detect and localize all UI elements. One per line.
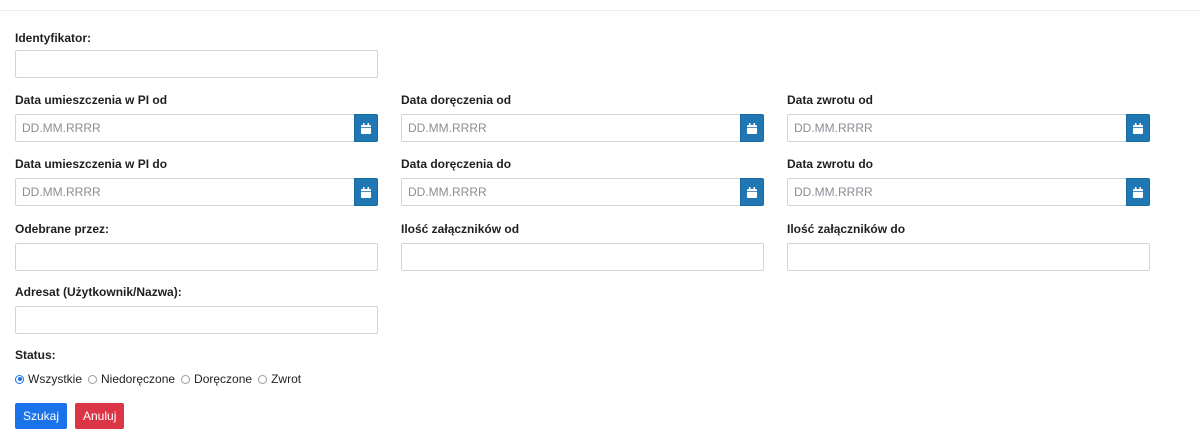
- adresat-input[interactable]: [15, 306, 378, 334]
- date-delivered-from-label: Data doręczenia od: [401, 93, 512, 107]
- date-placed-from-label: Data umieszczenia w PI od: [15, 93, 168, 107]
- date-placed-to-calendar-button[interactable]: [354, 178, 378, 206]
- odebrane-przez-input[interactable]: [15, 243, 378, 271]
- adresat-label: Adresat (Użytkownik/Nazwa):: [15, 285, 182, 299]
- status-label: Status:: [15, 348, 56, 362]
- status-option-doreczone[interactable]: Doręczone: [181, 372, 252, 386]
- date-returned-to-calendar-button[interactable]: [1126, 178, 1150, 206]
- status-option-label: Niedoręczone: [101, 372, 176, 386]
- radio-checked-icon[interactable]: [15, 374, 24, 384]
- date-delivered-from-group: [401, 114, 764, 142]
- attachments-to-label: Ilość załączników do: [787, 222, 906, 236]
- date-delivered-to-calendar-button[interactable]: [740, 178, 764, 206]
- radio-unchecked-icon[interactable]: [258, 374, 268, 384]
- date-placed-to-group: [15, 178, 378, 206]
- date-delivered-from-calendar-button[interactable]: [740, 114, 764, 142]
- date-placed-from-group: [15, 114, 378, 142]
- status-option-wszystkie[interactable]: Wszystkie: [15, 372, 82, 386]
- calendar-icon: [361, 122, 371, 134]
- radio-unchecked-icon[interactable]: [181, 374, 191, 384]
- calendar-icon: [1133, 186, 1143, 198]
- date-returned-from-calendar-button[interactable]: [1126, 114, 1150, 142]
- date-placed-from-calendar-button[interactable]: [354, 114, 378, 142]
- date-delivered-to-input[interactable]: [401, 178, 740, 206]
- status-option-label: Wszystkie: [28, 372, 82, 386]
- calendar-icon: [361, 186, 371, 198]
- identyfikator-input[interactable]: [15, 50, 378, 78]
- odebrane-przez-label: Odebrane przez:: [15, 222, 110, 236]
- date-returned-to-group: [787, 178, 1150, 206]
- date-placed-to-input[interactable]: [15, 178, 354, 206]
- date-returned-from-label: Data zwrotu od: [787, 93, 873, 107]
- calendar-icon: [747, 186, 757, 198]
- radio-unchecked-icon[interactable]: [88, 374, 97, 384]
- calendar-icon: [747, 122, 757, 134]
- date-returned-from-group: [787, 114, 1150, 142]
- date-delivered-to-label: Data doręczenia do: [401, 157, 512, 171]
- status-option-niedoreczone[interactable]: Niedoręczone: [88, 372, 175, 386]
- attachments-from-label: Ilość załączników od: [401, 222, 520, 236]
- date-delivered-to-group: [401, 178, 764, 206]
- top-divider: [0, 10, 1201, 11]
- status-option-zwrot[interactable]: Zwrot: [258, 372, 301, 386]
- date-placed-from-input[interactable]: [15, 114, 354, 142]
- search-button[interactable]: Szukaj: [15, 403, 68, 429]
- date-returned-to-label: Data zwrotu do: [787, 157, 873, 171]
- attachments-to-input[interactable]: [787, 243, 1150, 271]
- attachments-from-input[interactable]: [401, 243, 764, 271]
- date-returned-to-input[interactable]: [787, 178, 1126, 206]
- status-radio-group: Wszystkie Niedoręczone Doręczone Zwrot: [15, 372, 307, 386]
- cancel-button[interactable]: Anuluj: [75, 403, 125, 429]
- status-option-label: Doręczone: [194, 372, 253, 386]
- date-placed-to-label: Data umieszczenia w PI do: [15, 157, 168, 171]
- date-returned-from-input[interactable]: [787, 114, 1126, 142]
- identyfikator-label: Identyfikator:: [15, 31, 92, 45]
- calendar-icon: [1133, 122, 1143, 134]
- date-delivered-from-input[interactable]: [401, 114, 740, 142]
- status-option-label: Zwrot: [271, 372, 302, 386]
